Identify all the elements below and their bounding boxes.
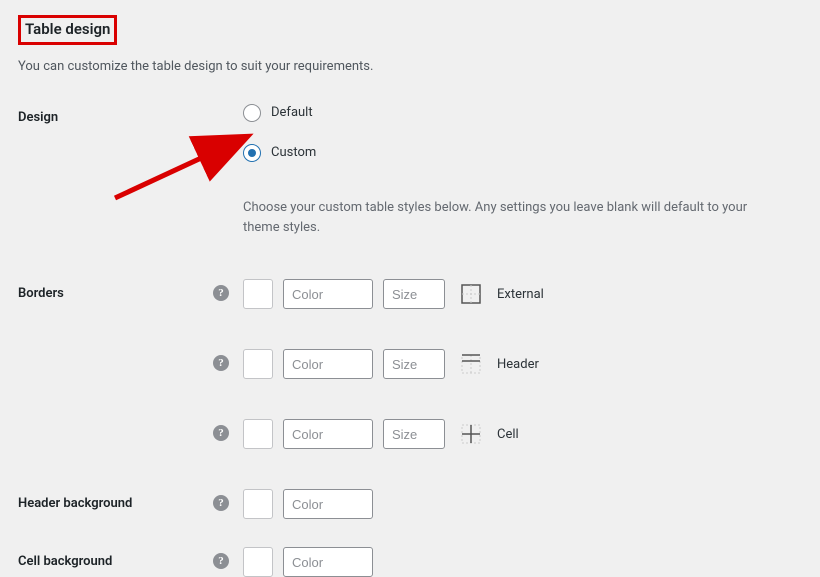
cell-bg-row: Cell background ? — [18, 547, 802, 577]
help-icon[interactable]: ? — [213, 355, 229, 371]
border-header-size-input[interactable] — [383, 349, 445, 379]
border-header-swatch[interactable] — [243, 349, 273, 379]
border-cell-swatch[interactable] — [243, 419, 273, 449]
radio-custom[interactable]: Custom — [243, 144, 802, 162]
border-external-swatch[interactable] — [243, 279, 273, 309]
borders-row-external: Borders ? External — [18, 279, 802, 337]
border-cell-label: Cell — [497, 427, 519, 442]
radio-label-custom: Custom — [271, 145, 316, 160]
cell-bg-swatch[interactable] — [243, 547, 273, 577]
radio-label-default: Default — [271, 105, 313, 120]
cell-bg-color-input[interactable] — [283, 547, 373, 577]
page-description: You can customize the table design to su… — [18, 59, 802, 74]
border-cell-color-input[interactable] — [283, 419, 373, 449]
help-icon[interactable]: ? — [213, 285, 229, 301]
borders-row-cell: ? Cell — [18, 419, 802, 477]
border-external-size-input[interactable] — [383, 279, 445, 309]
help-icon[interactable]: ? — [213, 553, 229, 569]
border-cell-icon — [461, 424, 481, 444]
help-icon[interactable]: ? — [213, 495, 229, 511]
border-header-color-input[interactable] — [283, 349, 373, 379]
header-bg-label: Header background — [18, 496, 132, 511]
design-label: Design — [18, 110, 58, 125]
cell-bg-label: Cell background — [18, 554, 112, 569]
header-bg-swatch[interactable] — [243, 489, 273, 519]
help-icon[interactable]: ? — [213, 425, 229, 441]
border-external-label: External — [497, 287, 544, 302]
radio-default[interactable]: Default — [243, 104, 802, 122]
border-cell-size-input[interactable] — [383, 419, 445, 449]
radio-input-custom[interactable] — [243, 144, 261, 162]
header-bg-row: Header background ? — [18, 489, 802, 535]
border-header-label: Header — [497, 357, 539, 372]
border-external-color-input[interactable] — [283, 279, 373, 309]
page-title: Table design — [21, 18, 114, 42]
design-row: Design Default Custom Choose your custom… — [18, 104, 802, 250]
radio-input-default[interactable] — [243, 104, 261, 122]
border-external-icon — [461, 284, 481, 304]
title-highlight: Table design — [18, 15, 117, 45]
design-helper: Choose your custom table styles below. A… — [243, 198, 783, 240]
borders-label: Borders — [18, 286, 64, 301]
borders-row-header: ? Header — [18, 349, 802, 407]
header-bg-color-input[interactable] — [283, 489, 373, 519]
border-header-icon — [461, 354, 481, 374]
